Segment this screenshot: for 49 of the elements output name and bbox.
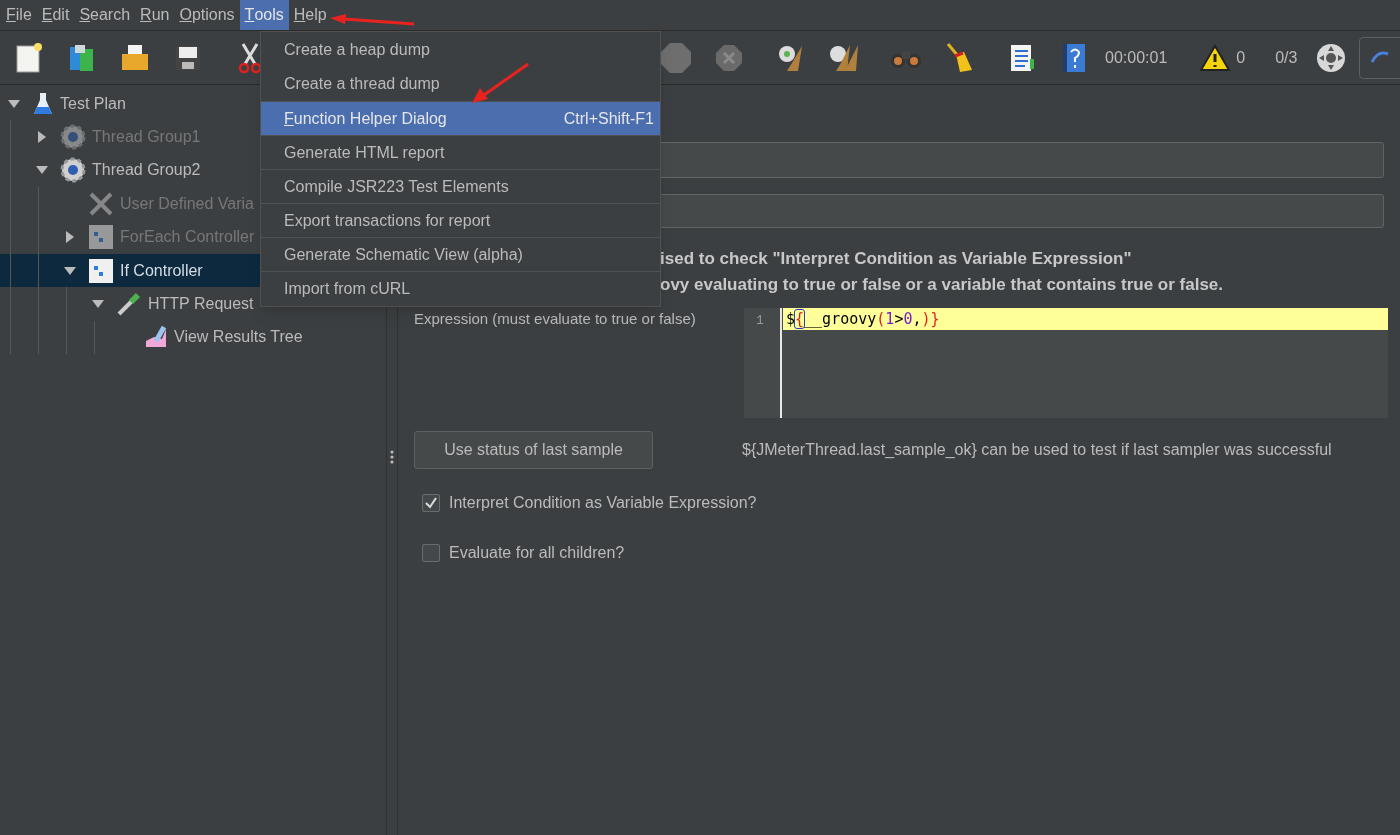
line-number: 1 — [744, 308, 782, 418]
gear-icon — [60, 124, 86, 151]
checkbox-label[interactable]: Evaluate for all children? — [449, 541, 625, 565]
checkbox-label[interactable]: Interpret Condition as Variable Expression? — [449, 491, 757, 515]
collapse-arrow-icon[interactable] — [64, 266, 76, 275]
tree-node-label[interactable]: Test Plan — [60, 91, 126, 116]
checkbox[interactable] — [422, 544, 440, 562]
tree-node-label[interactable]: HTTP Request — [148, 292, 254, 317]
menu-item[interactable]: Options — [174, 0, 240, 30]
collapse-arrow-icon[interactable] — [92, 300, 104, 309]
controller-icon — [88, 224, 114, 251]
menu-item[interactable]: Search — [74, 0, 136, 30]
annotation-arrow — [472, 62, 530, 104]
chart-icon — [144, 325, 168, 350]
elapsed-time: 00:00:01 — [1105, 47, 1168, 68]
hint-text: ${JMeterThread.last_sample_ok} can be used to test if last sampler was successful — [742, 440, 1332, 460]
tree-node-label[interactable]: If Controller — [120, 258, 203, 283]
tree-node-label[interactable]: View Results Tree — [174, 325, 303, 350]
active-threads-count: 0/3 — [1275, 47, 1298, 68]
menu-item[interactable]: Help — [288, 0, 332, 30]
info-text: ovy evaluating to true or false or a variable that contains true or false. — [660, 274, 1224, 296]
expression-label: Expression (must evaluate to true or false) — [414, 309, 697, 329]
checkbox[interactable] — [422, 494, 440, 512]
info-text: ised to check "Interpret Condition as Variable Expression" — [660, 248, 1132, 270]
flask-icon — [32, 90, 54, 117]
menu-item[interactable]: Import from cURL — [261, 271, 660, 305]
splitter-handle-icon[interactable] — [390, 449, 394, 465]
menu-item[interactable]: Function Helper Dialog Ctrl+Shift-F1 — [261, 101, 660, 135]
pipette-icon — [116, 291, 142, 318]
menu-item[interactable]: Edit — [36, 0, 75, 30]
menu-item[interactable]: Tools — [239, 0, 289, 30]
text-field[interactable] — [658, 142, 1384, 178]
gear-icon — [60, 157, 86, 184]
tree-node-label[interactable]: Thread Group2 — [92, 158, 201, 183]
controller-icon — [88, 257, 114, 284]
menu-item[interactable]: Export transactions for report — [261, 203, 660, 237]
menu-item[interactable]: Create a thread dump — [261, 67, 660, 101]
menu-item[interactable]: Create a heap dump — [261, 33, 660, 67]
menu-item[interactable]: Generate HTML report — [261, 135, 660, 169]
menu-item[interactable]: Run — [135, 0, 175, 30]
menu-item[interactable]: File — [1, 0, 37, 30]
warning-count: 0 — [1236, 47, 1246, 68]
menu-item[interactable]: Compile JSR223 Test Elements — [261, 169, 660, 203]
menu-item[interactable]: Generate Schematic View (alpha) — [261, 237, 660, 271]
collapse-arrow-icon[interactable] — [8, 99, 20, 108]
collapse-arrow-icon[interactable] — [36, 166, 48, 175]
shortcut-text: Ctrl+Shift-F1 — [563, 108, 654, 129]
use-last-sample-button[interactable]: Use status of last sample — [414, 431, 653, 469]
text-field[interactable] — [658, 194, 1384, 228]
